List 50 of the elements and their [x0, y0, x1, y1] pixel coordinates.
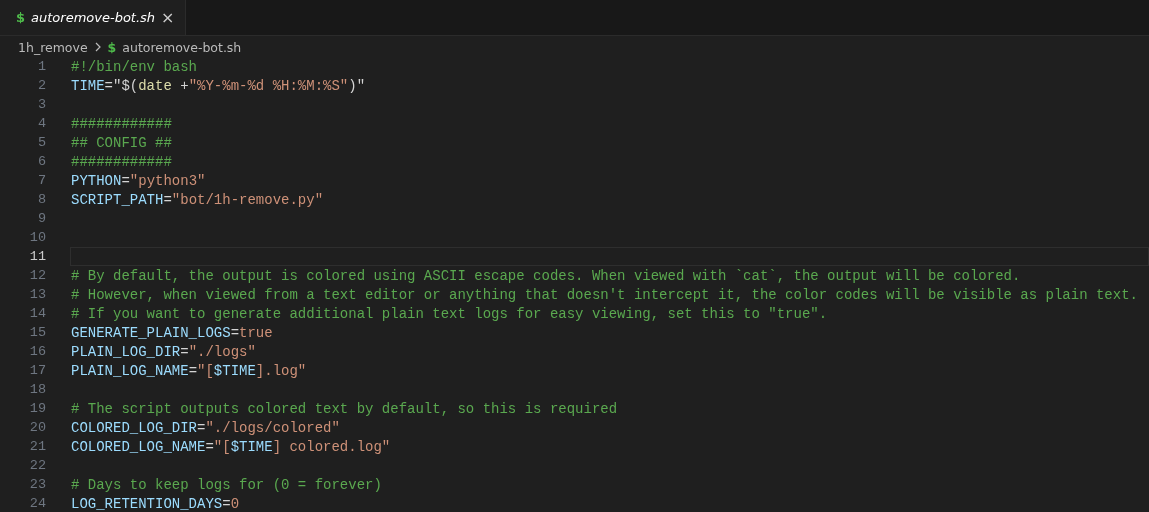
line-number: 20 [28, 420, 46, 435]
chevron-right-icon [93, 42, 102, 52]
code-line: COLORED_LOG_NAME="[$TIME] colored.log" [71, 438, 391, 455]
line-number: 18 [28, 382, 46, 397]
code-line: ############ [71, 153, 172, 170]
code-line: TIME="$(date +"%Y-%m-%d %H:%M:%S")" [71, 77, 366, 94]
breadcrumb-item[interactable]: 1h_remove [18, 39, 88, 55]
line-number: 7 [36, 173, 46, 188]
tab-label: autoremove-bot.sh [31, 10, 156, 25]
code-line: COLORED_LOG_DIR="./logs/colored" [71, 419, 340, 436]
line-number: 13 [28, 287, 46, 302]
line-number: 4 [36, 116, 46, 131]
line-number: 11 [28, 249, 46, 264]
line-number: 9 [36, 211, 46, 226]
code-line: # Days to keep logs for (0 = forever) [71, 476, 382, 493]
code-line: # By default, the output is colored using ASCII escape codes. When viewed with `cat`, the output will be colored. [71, 267, 1021, 284]
code-line: PYTHON="python3" [71, 172, 206, 189]
code-line: # The script outputs colored text by default, so this is required [71, 400, 618, 417]
line-number: 23 [28, 477, 46, 492]
line-number: 19 [28, 401, 46, 416]
line-number: 15 [28, 325, 46, 340]
line-number: 12 [28, 268, 46, 283]
line-number: 21 [28, 439, 46, 454]
editor-tab[interactable]: $ autoremove-bot.sh × [0, 0, 186, 35]
code-line: ############ [71, 115, 172, 132]
shell-file-icon: $ [16, 10, 26, 25]
code-line: ## CONFIG ## [71, 134, 172, 151]
line-number: 5 [36, 135, 46, 150]
line-number: 16 [28, 344, 46, 359]
breadcrumb-item[interactable]: autoremove-bot.sh [122, 39, 242, 55]
close-icon[interactable]: × [161, 9, 175, 26]
line-number: 1 [36, 59, 46, 74]
code-line: PLAIN_LOG_NAME="[$TIME].log" [71, 362, 307, 379]
code-line: # If you want to generate additional plain text logs for easy viewing, set this to "true". [71, 305, 828, 322]
line-number: 24 [28, 496, 46, 511]
shell-file-icon: $ [107, 39, 117, 55]
line-number: 3 [36, 97, 46, 112]
line-number: 22 [28, 458, 46, 473]
line-number: 14 [28, 306, 46, 321]
line-number: 8 [36, 192, 46, 207]
line-number: 6 [36, 154, 46, 169]
code-line: SCRIPT_PATH="bot/1h-remove.py" [71, 191, 324, 208]
line-number: 10 [28, 230, 46, 245]
code-line: #!/bin/env bash [71, 58, 198, 75]
line-number: 17 [28, 363, 46, 378]
code-line: LOG_RETENTION_DAYS=0 [71, 495, 240, 512]
code-line: GENERATE_PLAIN_LOGS=true [71, 324, 273, 341]
code-line: # However, when viewed from a text editor or anything that doesn't intercept it, the color codes will be visible as plain text. [71, 286, 1138, 303]
code-line: PLAIN_LOG_DIR="./logs" [71, 343, 256, 360]
line-number: 2 [36, 78, 46, 93]
